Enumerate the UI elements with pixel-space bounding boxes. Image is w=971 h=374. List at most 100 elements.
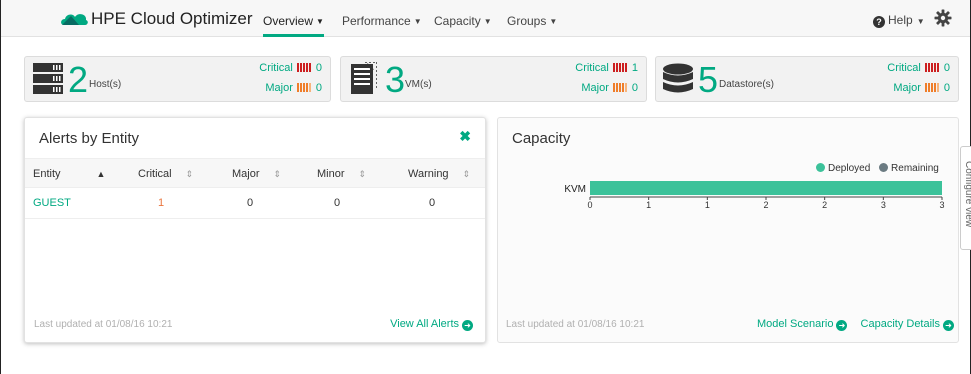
configure-view-tab[interactable]: Configure view (960, 146, 971, 250)
hosts-summary-card[interactable]: 2 Host(s) Critical 0 Major 0 (24, 56, 331, 102)
datastore-major-count: 0 (943, 82, 950, 94)
major-bars-icon (924, 83, 940, 95)
category-label: KVM (564, 184, 586, 195)
nav-performance[interactable]: Performance ▼ (342, 0, 422, 37)
critical-bars-icon (924, 63, 940, 75)
legend-deployed-swatch (816, 163, 825, 172)
sort-icon: ⇕ (462, 169, 471, 179)
alerts-by-entity-panel: Alerts by Entity ✖ Entity ▲ Critical ⇕ Maj… (24, 117, 486, 343)
entity-link[interactable]: GUEST (33, 197, 71, 209)
datastore-critical-row: Critical 0 (887, 62, 950, 75)
datastores-summary-card[interactable]: 5 Datastore(s) Critical 0 Major 0 (655, 56, 959, 102)
configure-view-label: Configure view (963, 161, 971, 228)
host-critical-count: 0 (315, 62, 322, 74)
column-entity[interactable]: Entity ▲ (33, 168, 105, 180)
nav-groups[interactable]: Groups ▼ (507, 0, 557, 37)
capacity-last-updated: Last updated at 01/08/16 10:21 (506, 319, 645, 330)
alerts-table-header: Entity ▲ Critical ⇕ Major ⇕ Minor ⇕ Warning ⇕ (25, 158, 485, 188)
sort-icon: ⇕ (185, 169, 194, 179)
arrow-right-circle-icon: ➜ (836, 320, 848, 331)
x-tick-label: 0 (587, 200, 592, 210)
chevron-down-icon: ▼ (916, 17, 925, 26)
vm-icon (351, 62, 377, 94)
host-count: 2 (68, 59, 89, 100)
critical-label: Critical (575, 62, 609, 74)
capacity-panel-title: Capacity (512, 130, 571, 147)
host-major-count: 0 (315, 82, 322, 94)
datastore-icon (663, 63, 693, 93)
view-all-alerts-link[interactable]: View All Alerts ➜ (390, 318, 473, 331)
model-scenario-link[interactable]: Model Scenario ➜ (757, 318, 848, 331)
major-bars-icon (612, 83, 628, 95)
critical-bars-icon (296, 63, 312, 75)
x-tick-label: 3 (881, 200, 886, 210)
datastore-unit-label: Datastore(s) (719, 79, 775, 90)
major-label: Major (893, 82, 921, 94)
sort-icon: ⇕ (273, 169, 282, 179)
critical-label: Critical (259, 62, 293, 74)
x-tick-label: 1 (646, 200, 651, 210)
arrow-right-circle-icon: ➜ (462, 320, 473, 331)
vm-critical-row: Critical 1 (575, 62, 638, 75)
gear-icon[interactable] (934, 9, 952, 27)
server-icon (33, 63, 63, 94)
vm-major-count: 0 (631, 82, 638, 94)
host-critical-row: Critical 0 (259, 62, 322, 75)
vm-major-row: Major 0 (581, 82, 638, 95)
chevron-down-icon: ▼ (316, 17, 324, 26)
nav-capacity[interactable]: Capacity ▼ (434, 0, 492, 37)
view-all-alerts-label: View All Alerts (390, 318, 459, 330)
alerts-last-updated: Last updated at 01/08/16 10:21 (34, 319, 173, 330)
x-tick-label: 3 (939, 200, 944, 210)
nav-performance-label: Performance (342, 14, 411, 28)
arrow-right-circle-icon: ➜ (943, 320, 954, 331)
datastore-count: 5 (698, 59, 719, 100)
alerts-panel-title: Alerts by Entity (39, 130, 140, 147)
vm-count: 3 (385, 59, 406, 100)
column-major[interactable]: Major ⇕ (232, 168, 281, 180)
vm-unit-label: VM(s) (405, 79, 432, 90)
x-tick-label: 2 (822, 200, 827, 210)
sort-icon: ⇕ (358, 169, 367, 179)
critical-cell: 1 (158, 197, 165, 209)
datastore-major-row: Major 0 (893, 82, 950, 95)
capacity-details-label: Capacity Details (860, 318, 940, 330)
column-major-label: Major (232, 168, 260, 180)
chevron-down-icon: ▼ (413, 17, 422, 26)
help-menu[interactable]: ? Help ▼ (873, 13, 925, 28)
x-tick-label: 1 (705, 200, 710, 210)
nav-overview-label: Overview (263, 14, 314, 28)
table-row: GUEST 1 0 0 0 (25, 189, 485, 219)
chevron-down-icon: ▼ (549, 17, 558, 26)
model-scenario-label: Model Scenario (757, 318, 834, 330)
host-major-row: Major 0 (265, 82, 322, 95)
chevron-down-icon: ▼ (483, 17, 492, 26)
major-label: Major (581, 82, 609, 94)
datastore-critical-count: 0 (943, 62, 950, 74)
major-label: Major (265, 82, 293, 94)
nav-groups-label: Groups (507, 14, 547, 28)
warning-cell: 0 (429, 197, 436, 209)
cloud-logo-icon (61, 14, 88, 25)
critical-bars-icon (612, 63, 628, 75)
help-label: Help (888, 13, 913, 27)
column-minor[interactable]: Minor ⇕ (317, 168, 366, 180)
close-icon[interactable]: ✖ (459, 128, 471, 145)
major-cell: 0 (247, 197, 254, 209)
bar-deployed (590, 181, 942, 195)
app-title: HPE Cloud Optimizer (91, 9, 253, 28)
host-unit-label: Host(s) (89, 79, 122, 90)
nav-capacity-label: Capacity (434, 14, 481, 28)
capacity-panel: Capacity Deployed Remaining KVM 0 1 1 2 2 3 3 L… (497, 117, 959, 343)
major-bars-icon (296, 83, 312, 95)
x-tick-label: 2 (763, 200, 768, 210)
column-critical[interactable]: Critical ⇕ (138, 168, 193, 180)
vms-summary-card[interactable]: 3 VM(s) Critical 1 Major 0 (340, 56, 647, 102)
critical-label: Critical (887, 62, 921, 74)
question-circle-icon: ? (873, 16, 885, 28)
capacity-details-link[interactable]: Capacity Details ➜ (861, 318, 954, 331)
top-navigation-bar: HPE Cloud Optimizer Overview ▼ Performanc… (1, 0, 970, 37)
column-warning[interactable]: Warning ⇕ (408, 168, 470, 180)
column-entity-label: Entity (33, 168, 61, 180)
nav-overview[interactable]: Overview ▼ (263, 0, 324, 37)
